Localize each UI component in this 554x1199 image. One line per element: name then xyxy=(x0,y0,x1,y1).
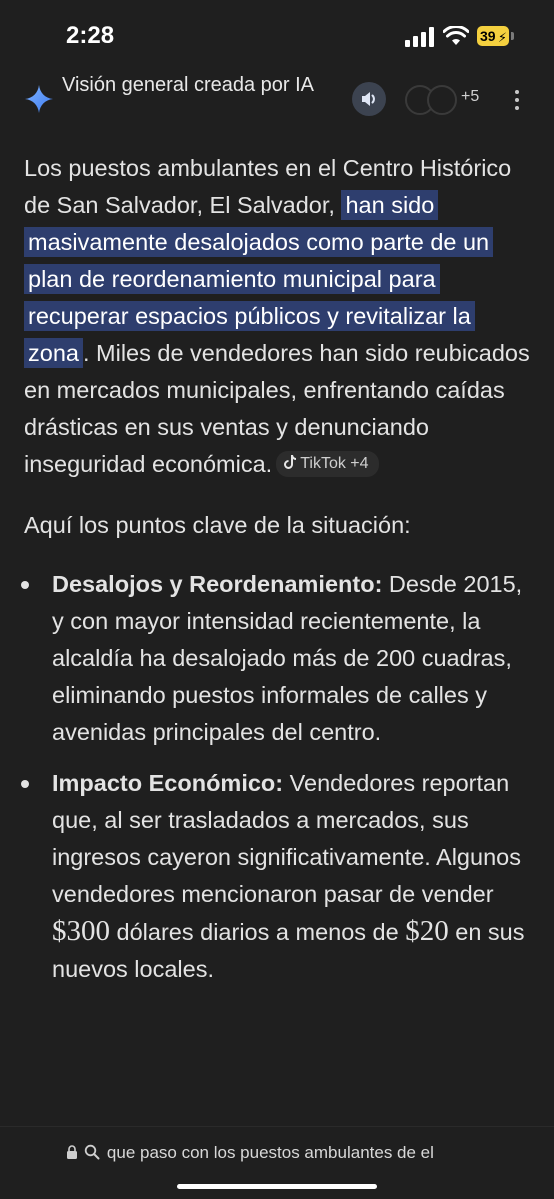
more-vert-icon[interactable] xyxy=(510,90,524,114)
summary-paragraph: Los puestos ambulantes en el Centro Hist… xyxy=(24,155,530,477)
ai-overview-content: Los puestos ambulantes en el Centro Hist… xyxy=(21,150,532,1002)
url-row[interactable]: que paso con los puestos ambulantes de e… xyxy=(66,1143,496,1165)
amount: $20 xyxy=(405,915,449,947)
screen: 2:28 39 ⚡ Visión general creada por IA +… xyxy=(0,0,554,1199)
url-text: que paso con los puestos ambulantes de e… xyxy=(106,1143,434,1162)
bullet xyxy=(21,581,29,589)
tiktok-icon xyxy=(284,454,297,469)
ai-overview-title: Visión general creada por IA xyxy=(62,74,315,96)
battery-level: 39 xyxy=(480,28,496,44)
point-title: Desalojos y Reordenamiento: xyxy=(52,571,383,597)
amount: $300 xyxy=(52,915,110,947)
wifi-icon xyxy=(443,26,469,45)
sparkle-icon xyxy=(25,85,53,113)
list-item: Desalojos y Reordenamiento: Desde 2015, … xyxy=(21,566,532,751)
battery-icon: 39 ⚡ xyxy=(477,26,515,46)
address-bar[interactable]: que paso con los puestos ambulantes de e… xyxy=(0,1126,554,1199)
lock-icon xyxy=(67,1145,77,1159)
source-chip-label: TikTok +4 xyxy=(300,454,369,472)
speaker-icon xyxy=(362,92,375,106)
search-icon xyxy=(85,1144,100,1160)
source-count[interactable]: +5 xyxy=(461,88,479,106)
list-item: Impacto Económico: Vendedores reportan q… xyxy=(21,765,532,988)
source-chip[interactable]: TikTok +4 xyxy=(276,450,379,477)
source-avatars[interactable] xyxy=(405,85,465,117)
key-points-intro: Aquí los puntos clave de la situación: xyxy=(24,512,411,538)
key-points-list: Desalojos y Reordenamiento: Desde 2015, … xyxy=(21,566,532,988)
cellular-signal-icon xyxy=(405,27,434,47)
point-title: Impacto Económico: xyxy=(52,770,284,796)
point-text: Desde 2015, y con mayor intensidad recie… xyxy=(52,571,523,745)
status-bar: 2:28 39 ⚡ xyxy=(0,0,554,70)
home-indicator[interactable] xyxy=(177,1184,377,1189)
bullet xyxy=(21,780,29,788)
listen-button[interactable] xyxy=(352,82,386,116)
ai-overview-header: Visión general creada por IA +5 xyxy=(0,70,554,130)
source-avatar xyxy=(427,85,457,115)
status-time: 2:28 xyxy=(66,22,115,49)
